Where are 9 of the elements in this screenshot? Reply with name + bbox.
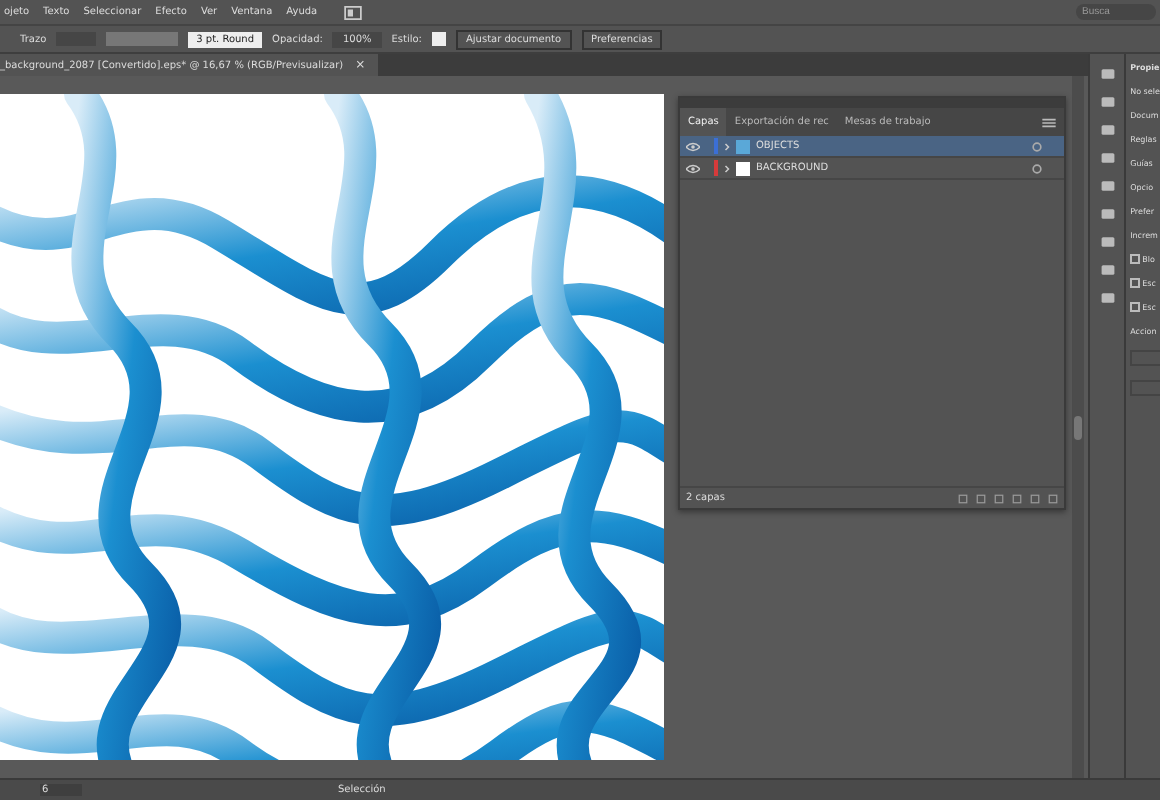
eye-icon[interactable] — [686, 141, 700, 151]
target-icon[interactable] — [1032, 141, 1042, 151]
target-icon[interactable] — [1032, 163, 1042, 173]
variable-width-field[interactable] — [106, 32, 179, 46]
workspace-icon[interactable] — [343, 5, 362, 19]
menu-icon[interactable] — [1042, 117, 1056, 127]
eye-icon[interactable] — [686, 163, 700, 173]
style-swatch[interactable] — [432, 32, 446, 46]
scrollbar[interactable] — [1072, 76, 1085, 778]
